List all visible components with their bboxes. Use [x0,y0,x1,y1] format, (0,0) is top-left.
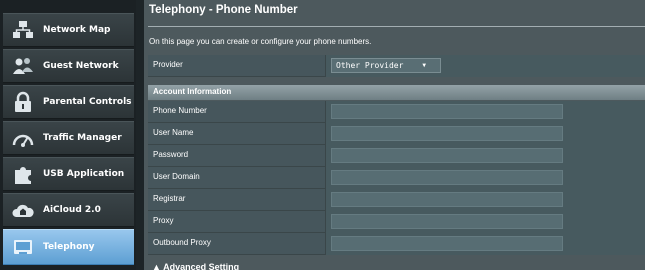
sidebar-item-label: Network Map [43,25,111,35]
field-row-phone-number: Phone Number [148,101,645,123]
field-cell [325,101,645,123]
sidebar-item-traffic-manager[interactable]: Traffic Manager [3,121,134,155]
registrar-input[interactable] [331,192,563,207]
gauge-icon [11,126,35,150]
field-label: Proxy [153,216,174,225]
sidebar-item-label: Guest Network [43,61,119,71]
field-cell [325,211,645,233]
user-name-input[interactable] [331,126,563,141]
sidebar-item-network-map[interactable]: Network Map [3,13,134,47]
field-label: Phone Number [153,106,207,115]
cloud-house-icon [11,198,35,222]
sidebar-item-label: USB Application [43,169,125,179]
section-header: Account Information [148,85,645,100]
sidebar-item-label: Parental Controls [43,97,132,107]
sidebar-item-guest-network[interactable]: Guest Network [3,49,134,83]
field-cell [325,189,645,211]
sidebar-item-parental-controls[interactable]: Parental Controls [3,85,134,119]
field-cell [325,167,645,189]
field-cell [325,123,645,145]
advanced-setting-toggle[interactable]: ▲ Advanced Setting [152,262,239,270]
sidebar: Network Map Guest Network Parental Contr… [0,0,136,270]
field-row-user-name: User Name [148,123,645,145]
sidebar-item-aicloud[interactable]: AiCloud 2.0 [3,193,134,227]
provider-row: Provider Other Provider ▼ [148,55,645,77]
field-label: User Name [153,128,194,137]
sidebar-item-usb-application[interactable]: USB Application [3,157,134,191]
page-title: Telephony - Phone Number [149,4,298,16]
field-label: Password [153,150,189,159]
sidebar-item-label: Traffic Manager [43,133,122,143]
field-label: Outbound Proxy [153,238,211,247]
provider-selected-value: Other Provider [336,61,404,70]
lock-icon [11,90,35,114]
proxy-input[interactable] [331,214,563,229]
user-domain-input[interactable] [331,170,563,185]
field-cell [325,145,645,167]
field-label: Registrar [153,194,186,203]
provider-label: Provider [153,60,183,69]
network-map-icon [11,18,35,42]
field-cell [325,233,645,255]
telephony-icon [11,235,35,259]
outbound-proxy-input[interactable] [331,236,563,251]
field-row-outbound-proxy: Outbound Proxy [148,233,645,255]
chevron-down-icon: ▼ [422,62,426,69]
guest-network-icon [11,54,35,78]
puzzle-icon [11,162,35,186]
provider-cell: Other Provider ▼ [325,55,645,77]
provider-select[interactable]: Other Provider ▼ [331,58,441,73]
field-row-registrar: Registrar [148,189,645,211]
field-label: User Domain [153,172,200,181]
field-row-user-domain: User Domain [148,167,645,189]
field-row-proxy: Proxy [148,211,645,233]
main-panel: Telephony - Phone Number On this page yo… [144,0,645,270]
sidebar-item-label: Telephony [43,242,95,252]
sidebar-item-label: AiCloud 2.0 [43,205,101,215]
title-bar: Telephony - Phone Number [144,0,645,26]
sidebar-item-telephony[interactable]: Telephony [3,229,134,265]
title-divider [148,26,645,27]
section-title: Account Information [153,87,232,96]
password-input[interactable] [331,148,563,163]
field-row-password: Password [148,145,645,167]
page-description: On this page you can create or configure… [149,37,372,46]
phone-number-input[interactable] [331,104,563,119]
